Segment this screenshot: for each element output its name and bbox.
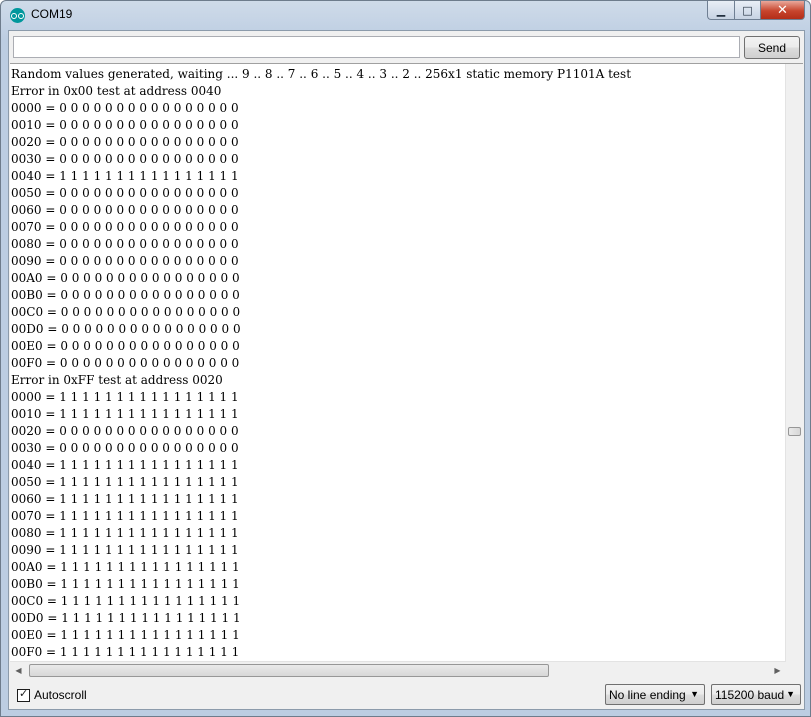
- line-ending-select[interactable]: No line ending ▼: [605, 684, 705, 705]
- log-line: 0020 = 0 0 0 0 0 0 0 0 0 0 0 0 0 0 0 0: [11, 135, 239, 149]
- minimize-button[interactable]: ▁: [707, 1, 734, 20]
- log-line: 0040 = 1 1 1 1 1 1 1 1 1 1 1 1 1 1 1 1: [11, 169, 239, 183]
- horizontal-scroll-thumb[interactable]: [29, 664, 549, 677]
- log-line: 00E0 = 0 0 0 0 0 0 0 0 0 0 0 0 0 0 0 0: [11, 339, 240, 353]
- close-button[interactable]: ✕: [761, 1, 805, 20]
- log-line: 0070 = 1 1 1 1 1 1 1 1 1 1 1 1 1 1 1 1: [11, 509, 239, 523]
- autoscroll-label: Autoscroll: [34, 688, 87, 702]
- serial-output[interactable]: Random values generated, waiting ... 9 .…: [10, 63, 803, 679]
- log-line: 0030 = 0 0 0 0 0 0 0 0 0 0 0 0 0 0 0 0: [11, 441, 239, 455]
- log-line: 0080 = 0 0 0 0 0 0 0 0 0 0 0 0 0 0 0 0: [11, 237, 239, 251]
- line-ending-value: No line ending: [609, 688, 686, 702]
- vertical-scroll-thumb[interactable]: [788, 427, 801, 436]
- log-line: 00F0 = 1 1 1 1 1 1 1 1 1 1 1 1 1 1 1 1: [11, 645, 240, 659]
- log-line: 00A0 = 1 1 1 1 1 1 1 1 1 1 1 1 1 1 1 1: [11, 560, 240, 574]
- serial-log: Random values generated, waiting ... 9 .…: [10, 64, 787, 662]
- log-line: 0000 = 0 0 0 0 0 0 0 0 0 0 0 0 0 0 0 0: [11, 101, 239, 115]
- client-area: Send Random values generated, waiting ..…: [8, 30, 805, 710]
- chevron-down-icon: ▼: [690, 689, 699, 699]
- serial-monitor-window: COM19 ▁ □ ✕ Send Random values generated…: [0, 0, 811, 717]
- arduino-icon: [10, 8, 25, 23]
- scroll-left-arrow-icon[interactable]: ◀: [10, 662, 27, 679]
- baud-rate-value: 115200 baud: [715, 688, 785, 702]
- log-line: Error in 0xFF test at address 0020: [11, 373, 223, 387]
- scrollbar-corner: [786, 662, 803, 679]
- log-line: 00C0 = 1 1 1 1 1 1 1 1 1 1 1 1 1 1 1 1: [11, 594, 241, 608]
- log-line: 0030 = 0 0 0 0 0 0 0 0 0 0 0 0 0 0 0 0: [11, 152, 239, 166]
- autoscroll-toggle[interactable]: ✓ Autoscroll: [17, 688, 87, 702]
- log-line: 0050 = 1 1 1 1 1 1 1 1 1 1 1 1 1 1 1 1: [11, 475, 239, 489]
- checkmark-icon: ✓: [19, 687, 29, 700]
- log-line: 0040 = 1 1 1 1 1 1 1 1 1 1 1 1 1 1 1 1: [11, 458, 239, 472]
- chevron-down-icon: ▼: [786, 689, 795, 699]
- log-line: 00E0 = 1 1 1 1 1 1 1 1 1 1 1 1 1 1 1 1: [11, 628, 240, 642]
- window-controls: ▁ □ ✕: [707, 1, 805, 21]
- log-line: 0050 = 0 0 0 0 0 0 0 0 0 0 0 0 0 0 0 0: [11, 186, 239, 200]
- window-title: COM19: [31, 7, 73, 21]
- log-line: 0010 = 0 0 0 0 0 0 0 0 0 0 0 0 0 0 0 0: [11, 118, 239, 132]
- log-line: 0060 = 0 0 0 0 0 0 0 0 0 0 0 0 0 0 0 0: [11, 203, 239, 217]
- log-line: 0020 = 0 0 0 0 0 0 0 0 0 0 0 0 0 0 0 0: [11, 424, 239, 438]
- vertical-scrollbar[interactable]: [785, 64, 803, 662]
- autoscroll-checkbox[interactable]: ✓: [17, 687, 30, 702]
- log-line: 00F0 = 0 0 0 0 0 0 0 0 0 0 0 0 0 0 0 0: [11, 356, 240, 370]
- title-bar[interactable]: COM19 ▁ □ ✕: [1, 1, 810, 29]
- log-line: 00B0 = 1 1 1 1 1 1 1 1 1 1 1 1 1 1 1 1: [11, 577, 240, 591]
- log-line: 0090 = 0 0 0 0 0 0 0 0 0 0 0 0 0 0 0 0: [11, 254, 239, 268]
- log-line: 00D0 = 1 1 1 1 1 1 1 1 1 1 1 1 1 1 1 1: [11, 611, 241, 625]
- serial-input[interactable]: [13, 36, 740, 58]
- scroll-right-arrow-icon[interactable]: ▶: [769, 662, 786, 679]
- log-line: 0010 = 1 1 1 1 1 1 1 1 1 1 1 1 1 1 1 1: [11, 407, 239, 421]
- send-button[interactable]: Send: [744, 36, 800, 59]
- log-line: 00B0 = 0 0 0 0 0 0 0 0 0 0 0 0 0 0 0 0: [11, 288, 240, 302]
- bottom-bar: ✓ Autoscroll No line ending ▼ 115200 bau…: [9, 679, 804, 709]
- log-line: 00D0 = 0 0 0 0 0 0 0 0 0 0 0 0 0 0 0 0: [11, 322, 241, 336]
- horizontal-scrollbar[interactable]: ◀ ▶: [10, 661, 786, 679]
- log-line: 00C0 = 0 0 0 0 0 0 0 0 0 0 0 0 0 0 0 0: [11, 305, 241, 319]
- log-line: 0070 = 0 0 0 0 0 0 0 0 0 0 0 0 0 0 0 0: [11, 220, 239, 234]
- log-line: Random values generated, waiting ... 9 .…: [11, 67, 632, 81]
- log-line: 0090 = 1 1 1 1 1 1 1 1 1 1 1 1 1 1 1 1: [11, 543, 239, 557]
- log-line: 00A0 = 0 0 0 0 0 0 0 0 0 0 0 0 0 0 0 0: [11, 271, 240, 285]
- baud-rate-select[interactable]: 115200 baud ▼: [711, 684, 801, 705]
- log-line: 0060 = 1 1 1 1 1 1 1 1 1 1 1 1 1 1 1 1: [11, 492, 239, 506]
- log-line: Error in 0x00 test at address 0040: [11, 84, 222, 98]
- log-line: 0080 = 1 1 1 1 1 1 1 1 1 1 1 1 1 1 1 1: [11, 526, 239, 540]
- maximize-button[interactable]: □: [734, 1, 761, 20]
- log-line: 0000 = 1 1 1 1 1 1 1 1 1 1 1 1 1 1 1 1: [11, 390, 239, 404]
